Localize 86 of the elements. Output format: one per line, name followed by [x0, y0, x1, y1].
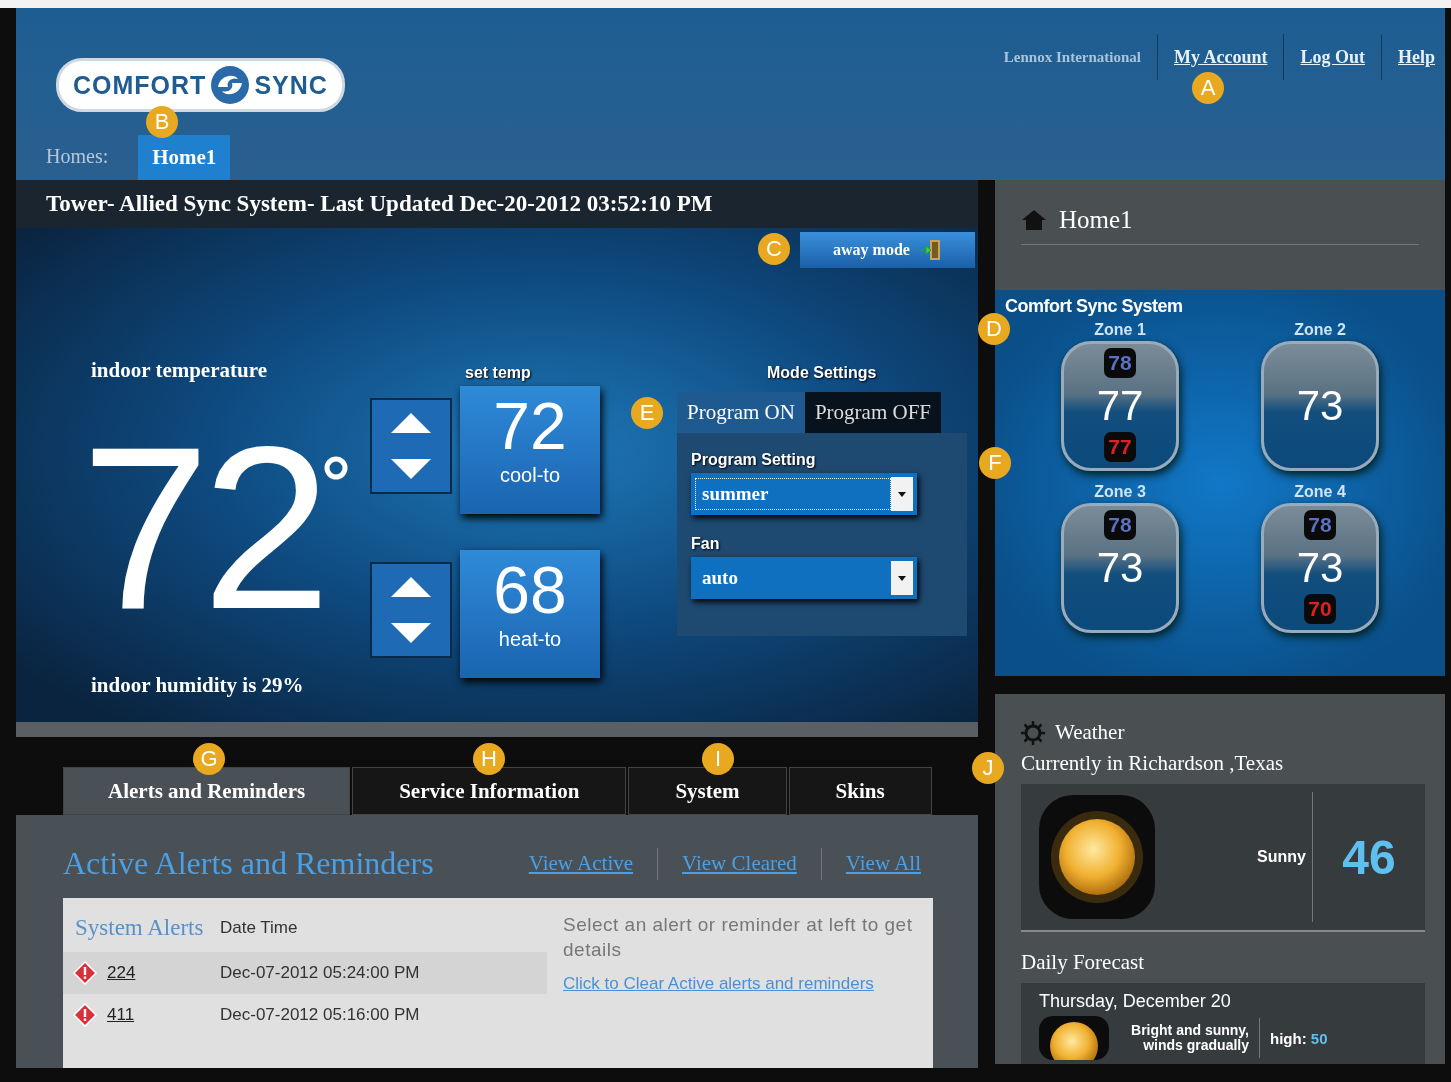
- weather-location: Currently in Richardson ,Texas: [1021, 751, 1285, 776]
- zone-name: Zone 1: [1094, 321, 1146, 339]
- alert-row[interactable]: 411 Dec-07-2012 05:16:00 PM: [63, 994, 547, 1036]
- forecast-title: Daily Forecast: [1021, 950, 1146, 975]
- indoor-temperature: 72: [81, 397, 324, 659]
- details-message: Select an alert or reminder at left to get details: [563, 913, 914, 962]
- setpoint-label: heat-to: [498, 628, 562, 651]
- zone-temperature: 73: [1296, 382, 1344, 430]
- triangle-down-icon: [391, 459, 431, 479]
- forecast-date: Thursday, December 20: [1039, 991, 1232, 1012]
- outdoor-temperature: 46: [1341, 829, 1397, 885]
- down-arrow-button[interactable]: [372, 610, 450, 656]
- down-arrow-button[interactable]: [372, 446, 450, 492]
- cool-setpoint: 78: [1104, 510, 1136, 540]
- up-arrow-button[interactable]: [372, 564, 450, 610]
- logo: COMFORT SYNC: [56, 58, 345, 112]
- dropdown-caret-icon: [891, 561, 913, 595]
- zone-thermostat[interactable]: 78 77 77: [1061, 341, 1179, 471]
- heat-setpoint: 77: [1104, 432, 1136, 462]
- column-header: System Alerts: [75, 914, 205, 942]
- setpoint-label: cool-to: [500, 464, 560, 487]
- column-header: Date Time: [220, 918, 298, 938]
- company-name: Lennox International: [1003, 48, 1141, 66]
- program-tab[interactable]: Program ON: [677, 392, 805, 433]
- section-tab[interactable]: System: [628, 767, 787, 815]
- alert-datetime: Dec-07-2012 05:24:00 PM: [220, 963, 420, 983]
- weather-condition: Sunny: [1256, 848, 1307, 866]
- section-tab[interactable]: Skins: [788, 767, 932, 815]
- alert-code-link[interactable]: 411: [107, 1005, 135, 1025]
- home-tab[interactable]: Home1: [138, 135, 231, 180]
- field-label: Program Setting: [691, 451, 817, 469]
- setpoint-value: 68: [493, 552, 567, 628]
- degree-icon: [323, 455, 350, 481]
- warning-diamond-icon: [73, 961, 97, 985]
- cool-setpoint: 78: [1104, 348, 1136, 378]
- zone-name: Zone 3: [1094, 483, 1146, 501]
- alert-code-link[interactable]: 224: [107, 963, 136, 983]
- setpoint-value: 72: [493, 388, 567, 464]
- header-link[interactable]: My Account: [1173, 46, 1268, 68]
- program-tab[interactable]: Program OFF: [804, 392, 941, 433]
- cool-setpoint: 78: [1304, 510, 1336, 540]
- zone-thermostat[interactable]: 78 73: [1061, 503, 1179, 633]
- section-tab[interactable]: Alerts and Reminders: [63, 767, 351, 815]
- sun-icon: [1039, 1016, 1109, 1060]
- set-temp-label: set temp: [465, 364, 532, 382]
- dropdown-caret-icon: [891, 477, 913, 511]
- field-label: Fan: [691, 535, 721, 553]
- home-name: Home1: [1059, 206, 1133, 234]
- header-link[interactable]: Help: [1398, 46, 1435, 68]
- forecast-description: Bright and sunny, winds gradually: [1130, 1023, 1249, 1053]
- mode-settings-label: Mode Settings: [767, 364, 878, 382]
- alerts-title: Active Alerts and Reminders: [63, 845, 434, 882]
- forecast-high: high: 50: [1270, 1029, 1328, 1047]
- callout-marker: D: [978, 313, 1010, 345]
- indoor-temperature-label: indoor temperature: [91, 358, 268, 383]
- house-icon: [1021, 209, 1047, 231]
- weather-title: Weather: [1055, 720, 1125, 745]
- alert-datetime: Dec-07-2012 05:16:00 PM: [220, 1005, 420, 1025]
- heat-setpoint: 70: [1304, 594, 1336, 624]
- homes-label: Homes:: [46, 145, 109, 169]
- status-text: Tower- Allied Sync System- Last Updated Dec-20-2012 03:52:10 PM: [46, 191, 713, 217]
- up-arrow-button[interactable]: [372, 400, 450, 446]
- zone-name: Zone 2: [1294, 321, 1346, 339]
- alert-row[interactable]: 224 Dec-07-2012 05:24:00 PM: [63, 952, 547, 994]
- callout-marker: F: [979, 447, 1011, 479]
- dropdown[interactable]: auto: [691, 557, 917, 599]
- zone-name: Zone 4: [1294, 483, 1346, 501]
- triangle-up-icon: [391, 413, 431, 433]
- zone-temperature: 77: [1096, 382, 1144, 430]
- triangle-up-icon: [391, 577, 431, 597]
- zone-thermostat[interactable]: 73: [1261, 341, 1379, 471]
- warning-diamond-icon: [73, 1003, 97, 1027]
- zone-temperature: 73: [1296, 544, 1344, 592]
- swirl-icon: [210, 65, 251, 105]
- system-title: Comfort Sync System: [1005, 296, 1183, 316]
- zone-temperature: 73: [1096, 544, 1144, 592]
- indoor-humidity: indoor humidity is 29%: [91, 673, 305, 698]
- door-exit-icon: [917, 239, 942, 261]
- section-tab[interactable]: Service Information: [352, 767, 627, 815]
- sun-outline-icon: [1021, 720, 1045, 745]
- sun-icon: [1039, 795, 1155, 919]
- triangle-down-icon: [391, 623, 431, 643]
- away-mode-button[interactable]: away mode: [800, 232, 975, 268]
- zone-thermostat[interactable]: 78 73 70: [1261, 503, 1379, 633]
- dropdown[interactable]: summer: [691, 473, 917, 515]
- header-link[interactable]: Log Out: [1300, 46, 1365, 68]
